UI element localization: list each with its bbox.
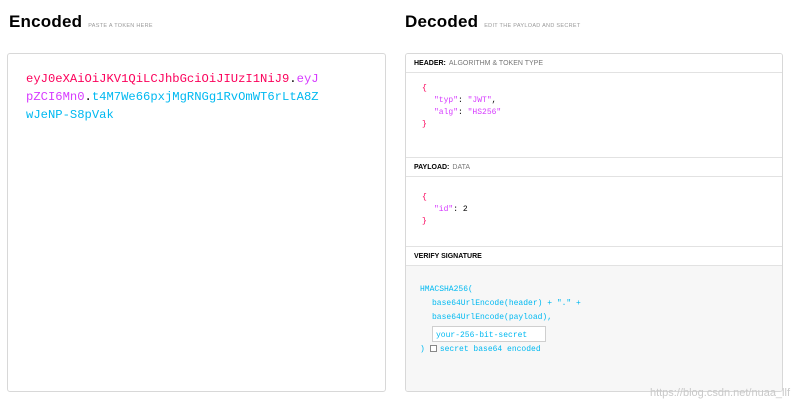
token-dot: . <box>289 72 297 86</box>
signature-label: VERIFY SIGNATURE <box>414 252 482 260</box>
sig-line: base64UrlEncode(payload), <box>432 313 553 322</box>
json-value: 2 <box>462 205 468 214</box>
payload-sublabel: DATA <box>452 163 471 171</box>
sig-line: base64UrlEncode(header) + "." + <box>432 299 581 308</box>
encoded-heading: Encoded PASTE A TOKEN HERE <box>9 12 153 32</box>
token-payload-part: pZCI6Mn0 <box>26 90 85 104</box>
json-value: "HS256" <box>467 108 502 117</box>
token-dot: . <box>84 90 92 104</box>
decoded-title: Decoded <box>405 12 479 31</box>
decoded-panel: HEADER: ALGORITHM & TOKEN TYPE { "typ": … <box>405 53 783 392</box>
payload-json-editor[interactable]: { "id": 2 } <box>406 177 782 247</box>
watermark: https://blog.csdn.net/nuaa_llf <box>649 387 790 399</box>
json-value: "JWT" <box>467 96 492 105</box>
signature-body: HMACSHA256( base64UrlEncode(header) + ".… <box>406 266 782 391</box>
payload-label: PAYLOAD: <box>414 163 450 171</box>
header-json-editor[interactable]: { "typ": "JWT", "alg": "HS256" } <box>406 73 782 158</box>
json-key: "id" <box>434 205 454 214</box>
json-open-brace: { <box>422 84 427 93</box>
header-sublabel: ALGORITHM & TOKEN TYPE <box>448 59 544 67</box>
token-text[interactable]: eyJ0eXAiOiJKV1QiLCJhbGciOiJIUzI1NiJ9.eyJ… <box>26 70 367 124</box>
json-key: "alg" <box>434 108 459 117</box>
json-open-brace: { <box>422 193 427 202</box>
token-payload-part: eyJ <box>296 72 319 86</box>
encoded-title: Encoded <box>9 12 83 31</box>
encoded-token-editor[interactable]: eyJ0eXAiOiJKV1QiLCJhbGciOiJIUzI1NiJ9.eyJ… <box>7 53 386 392</box>
checkbox-label: secret base64 encoded <box>439 345 541 354</box>
secret-input[interactable]: your-256-bit-secret <box>432 326 546 342</box>
sig-line: HMACSHA256( <box>420 285 473 294</box>
json-close-brace: } <box>422 217 427 226</box>
json-close-brace: } <box>422 120 427 129</box>
header-label: HEADER: <box>414 59 446 67</box>
sig-close-paren: ) <box>420 345 425 354</box>
token-signature-part: t4M7We66pxjMgRNGg1RvOmWT6rLtA8Z <box>91 90 319 104</box>
decoded-subtitle: EDIT THE PAYLOAD AND SECRET <box>484 23 581 29</box>
signature-section-title: VERIFY SIGNATURE <box>406 247 782 266</box>
decoded-heading: Decoded EDIT THE PAYLOAD AND SECRET <box>405 12 581 32</box>
payload-section-title: PAYLOAD: DATA <box>406 158 782 177</box>
encoded-subtitle: PASTE A TOKEN HERE <box>88 23 153 29</box>
token-header-part: eyJ0eXAiOiJKV1QiLCJhbGciOiJIUzI1NiJ9 <box>26 72 290 86</box>
header-section-title: HEADER: ALGORITHM & TOKEN TYPE <box>406 54 782 73</box>
token-signature-part: wJeNP-S8pVak <box>26 108 114 122</box>
json-key: "typ" <box>434 96 459 105</box>
base64-checkbox[interactable] <box>429 345 437 353</box>
